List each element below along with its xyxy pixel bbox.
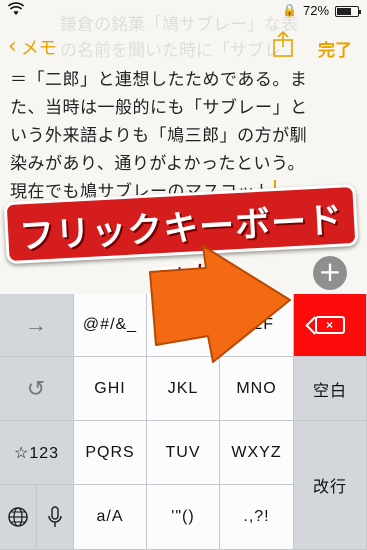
arrow-pointer-icon	[149, 245, 291, 363]
